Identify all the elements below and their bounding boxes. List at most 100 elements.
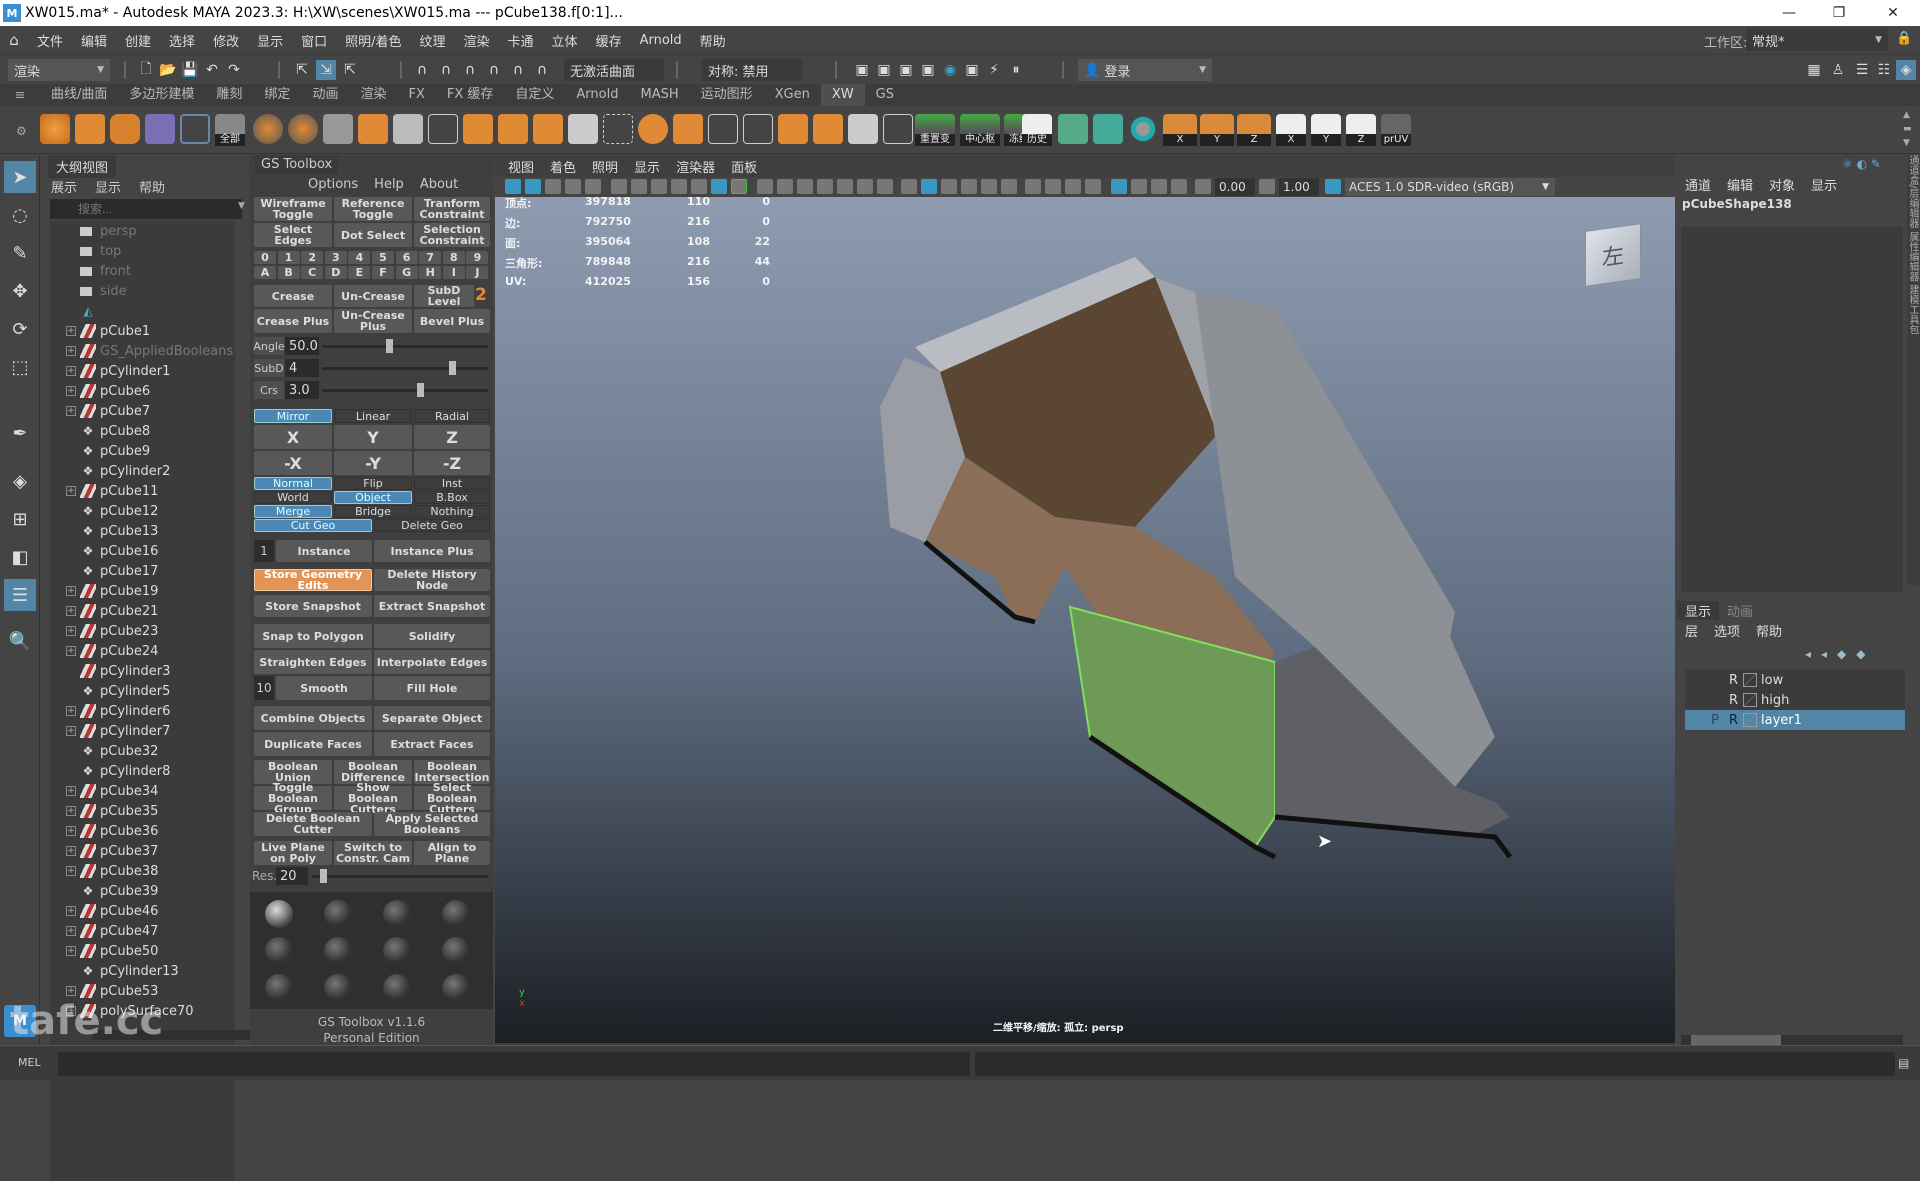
cb-menu-show[interactable]: 显示 <box>1803 175 1845 194</box>
bridge-toggle[interactable]: Bridge <box>334 505 412 518</box>
color-management-icon[interactable] <box>1325 179 1341 194</box>
render-frame-icon[interactable]: ▣ <box>874 60 894 80</box>
crease-button[interactable]: Crease <box>254 285 332 307</box>
tool-settings-icon[interactable]: ☷ <box>1874 60 1894 80</box>
xray-joints-icon[interactable] <box>1151 179 1167 194</box>
outliner-layout-icon[interactable]: ☰ <box>4 579 36 611</box>
expand-icon[interactable]: + <box>66 806 76 816</box>
linear-toggle[interactable]: Linear <box>334 409 412 423</box>
sphere-icon[interactable] <box>40 114 70 144</box>
selection-set-letter-button[interactable]: F <box>372 266 394 279</box>
fill-hole-button[interactable]: Fill Hole <box>374 676 490 700</box>
move-tool-icon[interactable]: ✥ <box>4 275 36 307</box>
selection-set-number-button[interactable]: 7 <box>419 251 442 264</box>
res-field[interactable]: 20 <box>276 867 308 885</box>
outliner-item[interactable]: + pCube37 <box>50 841 235 861</box>
selection-set-number-button[interactable]: 5 <box>372 251 394 264</box>
mirror-y-icon[interactable]: Y <box>1200 114 1234 146</box>
switch-constr-cam-button[interactable]: Switch to Constr. Cam <box>334 841 412 865</box>
scale-y-icon[interactable]: Y <box>1311 114 1341 146</box>
view-transform-dropdown[interactable]: ACES 1.0 SDR-video (sRGB) ▼ <box>1345 178 1555 196</box>
delete-boolean-cutter-button[interactable]: Delete Boolean Cutter <box>254 812 372 836</box>
camera-settings-icon[interactable] <box>651 179 667 194</box>
angle-slider-handle[interactable] <box>385 339 393 353</box>
select-object-icon[interactable]: ⇲ <box>316 60 336 80</box>
expand-icon[interactable]: + <box>66 586 76 596</box>
shelf-settings-icon[interactable]: ⚙ <box>16 124 27 138</box>
outliner-item[interactable]: + pCube19 <box>50 581 235 601</box>
close-button[interactable]: ✕ <box>1870 0 1916 26</box>
selection-set-letter-button[interactable]: H <box>419 266 442 279</box>
material-swatch[interactable] <box>324 900 352 928</box>
exposure-icon[interactable] <box>1195 179 1211 194</box>
arnold-render-icon[interactable]: ▣ <box>962 60 982 80</box>
character-controls-icon[interactable]: ♙ <box>1828 60 1848 80</box>
bevel-plus-button[interactable]: Bevel Plus <box>414 309 490 333</box>
shelf-tab[interactable]: MASH <box>629 84 689 106</box>
wireframe-on-shaded-icon[interactable] <box>961 179 977 194</box>
grease-pencil-icon[interactable] <box>691 179 707 194</box>
menuset-dropdown[interactable]: 渲染 ▼ <box>8 59 110 81</box>
radial-toggle[interactable]: Radial <box>414 409 490 423</box>
tab-anim-layers[interactable]: 动画 <box>1719 601 1761 620</box>
outliner-item[interactable]: + pCube7 <box>50 401 235 421</box>
material-swatch[interactable] <box>324 937 352 965</box>
selection-set-number-button[interactable]: 4 <box>348 251 371 264</box>
selection-set-letter-button[interactable]: I <box>442 266 465 279</box>
toggle-boolean-group-button[interactable]: Toggle Boolean Group <box>254 782 332 815</box>
symmetry-dropdown[interactable]: 对称: 禁用 <box>702 59 802 81</box>
channel-box-icon[interactable]: ◈ <box>1896 60 1916 80</box>
minimize-button[interactable]: — <box>1766 0 1812 26</box>
insert-edge-icon[interactable] <box>673 114 703 144</box>
shelf-tab[interactable]: FX 缓存 <box>436 84 505 106</box>
shelf-tab[interactable]: 曲线/曲面 <box>40 84 118 106</box>
duplicate-faces-button[interactable]: Duplicate Faces <box>254 732 372 756</box>
angle-field[interactable]: 50.0 <box>285 337 319 355</box>
select-boolean-cutters-button[interactable]: Select Boolean Cutters <box>414 782 490 815</box>
lock-tool-icon[interactable] <box>883 114 913 144</box>
layer-menu-layers[interactable]: 层 <box>1677 621 1706 640</box>
two-pane-layout-icon[interactable]: ◧ <box>4 541 36 573</box>
shelf-tab[interactable]: 运动图形 <box>690 84 764 106</box>
layer-menu-help[interactable]: 帮助 <box>1748 621 1790 640</box>
selection-constraint-button[interactable]: Selection Constraint <box>414 223 490 247</box>
smooth-button[interactable]: Smooth <box>276 676 372 700</box>
select-component-icon[interactable]: ⇱ <box>340 60 360 80</box>
outliner-item[interactable]: + pCube47 <box>50 921 235 941</box>
material-swatch[interactable] <box>265 974 293 1002</box>
store-snapshot-button[interactable]: Store Snapshot <box>254 595 372 617</box>
expand-icon[interactable]: + <box>66 346 76 356</box>
align-to-plane-button[interactable]: Align to Plane <box>414 841 490 865</box>
resolution-gate-icon[interactable] <box>797 179 813 194</box>
flip-icon[interactable] <box>848 114 878 144</box>
menu-texturing[interactable]: 纹理 <box>411 31 455 50</box>
outliner-item[interactable]: ❖ pCylinder8 <box>50 761 235 781</box>
outliner-item[interactable]: pCylinder3 <box>50 661 235 681</box>
expand-icon[interactable]: + <box>66 726 76 736</box>
menu-render[interactable]: 渲染 <box>455 31 499 50</box>
delete-geo-toggle[interactable]: Delete Geo <box>374 519 490 532</box>
shelf-tab-active[interactable]: XW <box>820 84 865 106</box>
instance-plus-button[interactable]: Instance Plus <box>374 540 490 562</box>
separate-object-button[interactable]: Separate Object <box>374 706 490 730</box>
tab-display-layers[interactable]: 显示 <box>1677 601 1720 620</box>
cube-icon[interactable] <box>75 114 105 144</box>
render-settings-icon[interactable]: ▣ <box>918 60 938 80</box>
grid-icon[interactable] <box>358 114 388 144</box>
select-hierarchy-icon[interactable]: ⇱ <box>292 60 312 80</box>
outliner-item[interactable]: + pCube21 <box>50 601 235 621</box>
display-layer-row[interactable]: Rlow <box>1685 670 1905 690</box>
shelf-tab[interactable]: 雕刻 <box>205 84 253 106</box>
expand-icon[interactable]: + <box>66 846 76 856</box>
snap-view-icon[interactable]: ∩ <box>508 60 528 80</box>
render-sequence-icon[interactable]: ▣ <box>852 60 872 80</box>
outliner-item[interactable]: + GS_AppliedBooleans <box>50 341 235 361</box>
menu-select[interactable]: 选择 <box>160 31 204 50</box>
safe-action-icon[interactable] <box>857 179 873 194</box>
expand-icon[interactable]: + <box>66 826 76 836</box>
circularize-icon[interactable] <box>1128 114 1158 144</box>
bevel-icon[interactable] <box>498 114 528 144</box>
shelf-tab[interactable]: FX <box>397 84 435 106</box>
outliner-item[interactable]: + pCube46 <box>50 901 235 921</box>
expand-icon[interactable]: + <box>66 486 76 496</box>
